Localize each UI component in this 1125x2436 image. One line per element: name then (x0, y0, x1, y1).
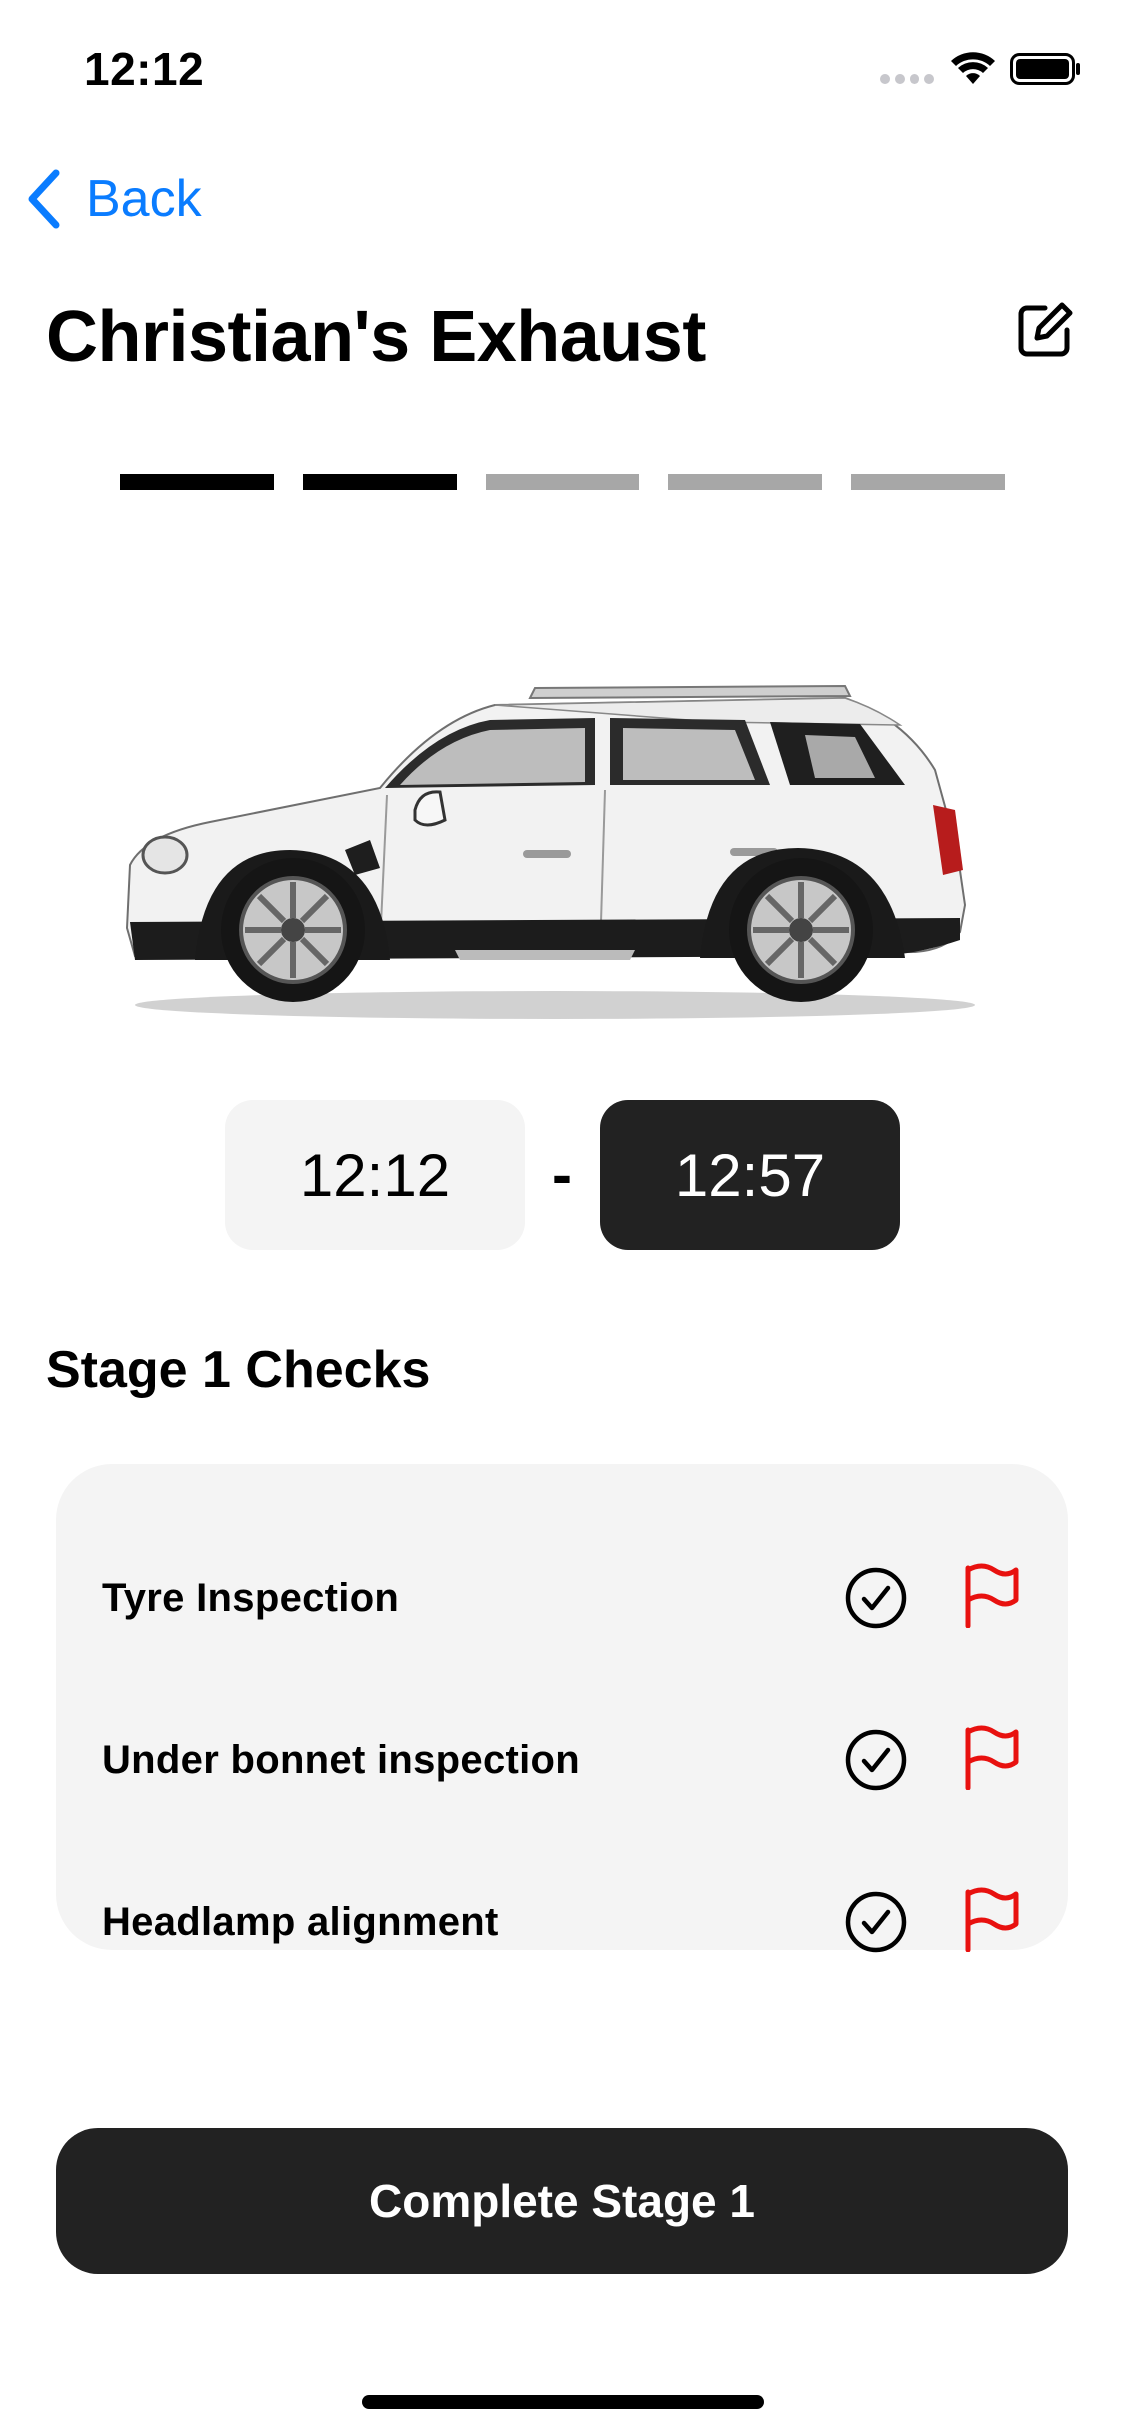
progress-segment (485, 474, 640, 490)
flag-icon[interactable] (960, 1562, 1020, 1628)
status-time: 12:12 (84, 43, 205, 95)
complete-stage-button[interactable]: Complete Stage 1 (56, 2128, 1068, 2274)
edit-icon[interactable] (1015, 300, 1075, 360)
time-separator: - (552, 1141, 572, 1208)
check-label: Under bonnet inspection (102, 1738, 581, 1782)
car-image (125, 684, 975, 1019)
check-label: Headlamp alignment (102, 1900, 499, 1944)
back-button[interactable]: Back (24, 165, 202, 233)
page-title: Christian's Exhaust (46, 297, 706, 377)
progress-segment (851, 474, 1005, 490)
stage-progress-bar (120, 474, 1005, 490)
check-circle-icon[interactable] (844, 1728, 908, 1792)
flag-icon[interactable] (960, 1724, 1020, 1790)
wifi-icon (951, 52, 995, 84)
check-row: Headlamp alignment (56, 1868, 1068, 1978)
checks-card: Tyre Inspection Under bonnet inspection … (56, 1464, 1068, 1953)
check-circle-icon[interactable] (844, 1890, 908, 1954)
progress-segment (668, 474, 823, 490)
status-bar: 12:12 (0, 0, 1125, 132)
check-row: Under bonnet inspection (56, 1706, 1068, 1816)
end-time[interactable]: 12:57 (600, 1100, 900, 1250)
cellular-signal-icon (880, 74, 934, 84)
checks-heading: Stage 1 Checks (46, 1341, 431, 1399)
check-row: Tyre Inspection (56, 1544, 1068, 1654)
check-label: Tyre Inspection (102, 1576, 400, 1620)
start-time[interactable]: 12:12 (225, 1100, 525, 1250)
battery-icon (1010, 53, 1080, 85)
back-label: Back (86, 170, 202, 228)
flag-icon[interactable] (960, 1886, 1020, 1952)
home-indicator[interactable] (362, 2395, 764, 2409)
chevron-left-icon (28, 169, 60, 229)
progress-segment (302, 474, 457, 490)
progress-segment (120, 474, 274, 490)
check-circle-icon[interactable] (844, 1566, 908, 1630)
